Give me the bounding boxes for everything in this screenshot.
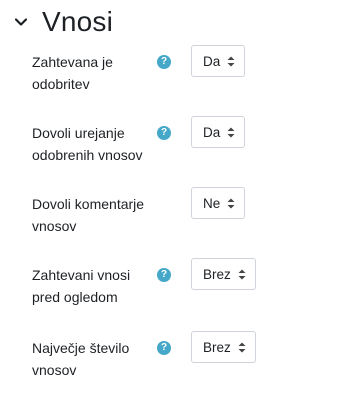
select-value: Brez <box>203 339 231 355</box>
setting-label: Zahtevani vnosi pred ogledom <box>32 267 131 305</box>
required-before-view-select[interactable]: Brez <box>191 258 256 290</box>
select-value: Ne <box>203 195 221 211</box>
select-arrows-icon <box>227 198 235 209</box>
section-toggle[interactable]: Vnosi <box>14 2 113 42</box>
section-title: Vnosi <box>42 6 114 37</box>
help-icon[interactable]: ? <box>157 126 171 140</box>
max-entries-select[interactable]: Brez <box>191 331 256 363</box>
select-value: Da <box>203 53 221 69</box>
help-icon[interactable]: ? <box>157 268 171 282</box>
select-value: Da <box>203 124 221 140</box>
select-value: Brez <box>203 266 231 282</box>
edit-approved-select[interactable]: Da <box>191 116 245 148</box>
select-arrows-icon <box>238 342 246 353</box>
setting-label: Dovoli komentarje vnosov <box>32 196 145 234</box>
setting-label: Največje število vnosov <box>32 340 130 378</box>
help-icon[interactable]: ? <box>157 55 171 69</box>
settings-panel: Vnosi Zahtevana je odobritev ? Da Dovoli… <box>0 0 348 393</box>
select-arrows-icon <box>227 127 235 138</box>
setting-label: Dovoli urejanje odobrenih vnosov <box>32 125 143 163</box>
comments-select[interactable]: Ne <box>191 187 245 219</box>
setting-label: Zahtevana je odobritev <box>32 54 113 92</box>
select-arrows-icon <box>238 269 246 280</box>
select-arrows-icon <box>227 56 235 67</box>
approval-select[interactable]: Da <box>191 45 245 77</box>
chevron-down-icon[interactable] <box>14 15 28 29</box>
help-icon[interactable]: ? <box>157 341 171 355</box>
